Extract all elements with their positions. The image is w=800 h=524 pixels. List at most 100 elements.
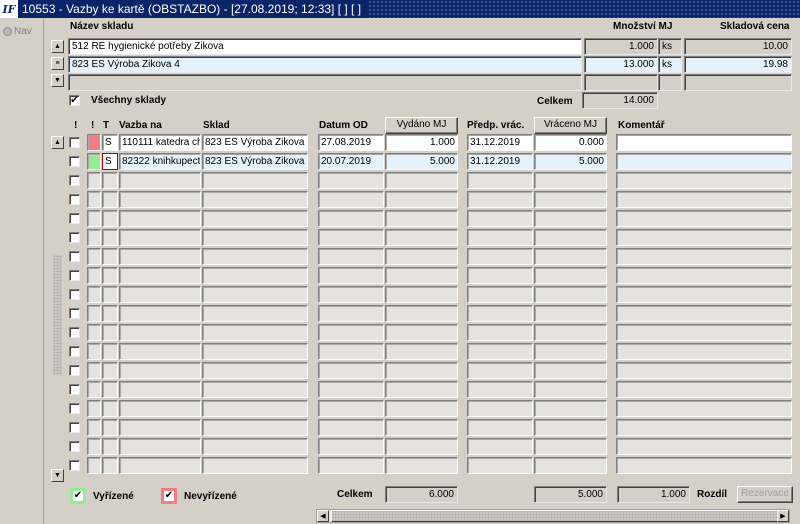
cell-issued[interactable]: [385, 229, 458, 246]
cell-date-from[interactable]: [318, 267, 384, 284]
cell-flag2[interactable]: [87, 362, 101, 379]
table-row[interactable]: [0, 229, 800, 248]
cell-returned[interactable]: [534, 305, 607, 322]
cell-issued[interactable]: [385, 210, 458, 227]
cell-expected-return[interactable]: [467, 438, 533, 455]
row-checkbox[interactable]: [69, 327, 80, 338]
cell-returned[interactable]: 5.000: [534, 153, 607, 170]
cell-comment[interactable]: [616, 267, 792, 284]
cell-link[interactable]: [119, 343, 201, 360]
cell-issued[interactable]: [385, 381, 458, 398]
cell-link[interactable]: [119, 362, 201, 379]
cell-warehouse[interactable]: 823 ES Výroba Zikova 4: [202, 153, 308, 170]
cell-warehouse[interactable]: [202, 457, 308, 474]
cell-warehouse[interactable]: [202, 248, 308, 265]
row-checkbox[interactable]: [69, 251, 80, 262]
cell-link[interactable]: [119, 229, 201, 246]
cell-flag2[interactable]: [87, 210, 101, 227]
cell-type[interactable]: [102, 362, 118, 379]
row-checkbox[interactable]: [69, 194, 80, 205]
cell-returned[interactable]: [534, 343, 607, 360]
cell-flag2[interactable]: [87, 324, 101, 341]
cell-returned[interactable]: [534, 172, 607, 189]
cell-link[interactable]: [119, 400, 201, 417]
cell-date-from[interactable]: [318, 248, 384, 265]
cell-date-from[interactable]: [318, 191, 384, 208]
cell-flag2[interactable]: [87, 229, 101, 246]
cell-expected-return[interactable]: [467, 324, 533, 341]
warehouse-name[interactable]: 512 RE hygienické potřeby Zikova: [68, 38, 582, 55]
cell-returned[interactable]: [534, 210, 607, 227]
table-row[interactable]: [0, 457, 800, 476]
table-row[interactable]: [0, 343, 800, 362]
cell-link[interactable]: [119, 248, 201, 265]
cell-comment[interactable]: [616, 210, 792, 227]
cell-expected-return[interactable]: [467, 419, 533, 436]
cell-issued[interactable]: [385, 324, 458, 341]
cell-issued[interactable]: [385, 400, 458, 417]
cell-date-from[interactable]: [318, 343, 384, 360]
cell-returned[interactable]: [534, 286, 607, 303]
cell-date-from[interactable]: [318, 305, 384, 322]
cell-link[interactable]: [119, 381, 201, 398]
warehouse-name[interactable]: 823 ES Výroba Zikova 4: [68, 56, 582, 73]
cell-date-from[interactable]: [318, 172, 384, 189]
cell-warehouse[interactable]: 823 ES Výroba Zikova 4: [202, 134, 308, 151]
cell-issued[interactable]: [385, 457, 458, 474]
cell-expected-return[interactable]: 31.12.2019: [467, 134, 533, 151]
cell-date-from[interactable]: [318, 381, 384, 398]
scroll-down-icon[interactable]: ▼: [51, 74, 64, 87]
cell-warehouse[interactable]: [202, 286, 308, 303]
row-checkbox[interactable]: [69, 270, 80, 281]
cell-link[interactable]: [119, 267, 201, 284]
cell-expected-return[interactable]: [467, 172, 533, 189]
cell-warehouse[interactable]: [202, 305, 308, 322]
cell-link[interactable]: [119, 419, 201, 436]
cell-flag2[interactable]: [87, 305, 101, 322]
cell-flag2[interactable]: [87, 438, 101, 455]
cell-type[interactable]: S: [102, 134, 118, 151]
row-checkbox[interactable]: [69, 460, 80, 471]
cell-returned[interactable]: [534, 381, 607, 398]
cell-date-from[interactable]: [318, 286, 384, 303]
row-checkbox[interactable]: [69, 308, 80, 319]
table-row[interactable]: [0, 419, 800, 438]
cell-link[interactable]: [119, 210, 201, 227]
cell-link[interactable]: 82322 knihkupectv: [119, 153, 201, 170]
cell-type[interactable]: S: [102, 153, 118, 170]
cell-returned[interactable]: [534, 400, 607, 417]
cell-issued[interactable]: [385, 305, 458, 322]
cell-expected-return[interactable]: [467, 343, 533, 360]
cell-flag2[interactable]: [87, 343, 101, 360]
cell-flag2[interactable]: [87, 172, 101, 189]
cell-returned[interactable]: [534, 419, 607, 436]
table-row[interactable]: [0, 286, 800, 305]
row-checkbox[interactable]: [69, 422, 80, 433]
cell-link[interactable]: [119, 286, 201, 303]
cell-comment[interactable]: [616, 305, 792, 322]
table-row[interactable]: [0, 172, 800, 191]
cell-date-from[interactable]: 27.08.2019: [318, 134, 384, 151]
cell-issued[interactable]: [385, 267, 458, 284]
table-row[interactable]: [0, 267, 800, 286]
cell-date-from[interactable]: [318, 419, 384, 436]
cell-comment[interactable]: [616, 153, 792, 170]
cell-expected-return[interactable]: [467, 286, 533, 303]
table-row[interactable]: [0, 210, 800, 229]
cell-type[interactable]: [102, 343, 118, 360]
cell-issued[interactable]: [385, 248, 458, 265]
row-checkbox[interactable]: [69, 441, 80, 452]
cell-type[interactable]: [102, 457, 118, 474]
cell-returned[interactable]: [534, 248, 607, 265]
cell-type[interactable]: [102, 229, 118, 246]
cell-returned[interactable]: [534, 324, 607, 341]
cell-date-from[interactable]: [318, 362, 384, 379]
cell-expected-return[interactable]: 31.12.2019: [467, 153, 533, 170]
cell-warehouse[interactable]: [202, 362, 308, 379]
row-checkbox[interactable]: [69, 137, 80, 148]
cell-link[interactable]: [119, 457, 201, 474]
table-row[interactable]: [0, 305, 800, 324]
cell-link[interactable]: [119, 305, 201, 322]
cell-issued[interactable]: [385, 343, 458, 360]
cell-type[interactable]: [102, 286, 118, 303]
